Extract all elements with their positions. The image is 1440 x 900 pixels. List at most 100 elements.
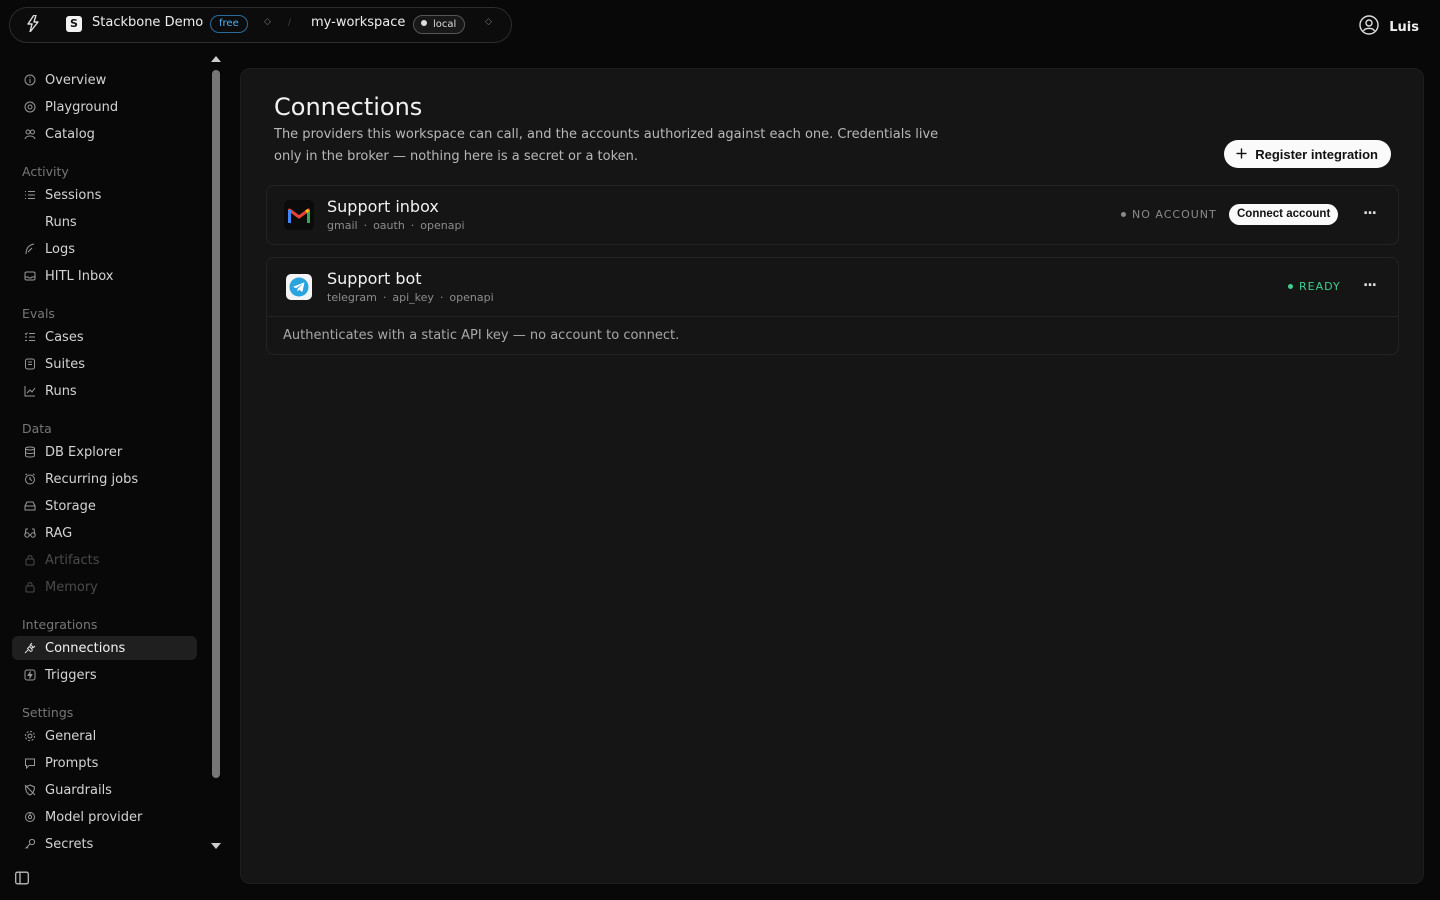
sidebar-item-label: Runs	[45, 383, 77, 399]
sidebar-item-label: Recurring jobs	[45, 471, 139, 487]
workspace-chevron-updown-icon[interactable]: ◇	[485, 17, 492, 27]
page-description: The providers this workspace can call, a…	[274, 127, 939, 164]
section-label-integrations: Integrations	[22, 617, 98, 632]
sidebar-item-recurring-jobs[interactable]: Recurring jobs	[12, 467, 197, 491]
section-label-evals: Evals	[22, 306, 55, 321]
connection-provider: gmail	[327, 219, 358, 232]
sidebar-item-db-explorer[interactable]: DB Explorer	[12, 440, 197, 464]
sidebar-item-runs[interactable]: Runs	[12, 210, 197, 234]
connection-row[interactable]: Support inbox gmail · oauth · openapi NO ACC…	[267, 186, 1398, 244]
connection-provider: telegram	[327, 291, 377, 304]
status-dot-icon	[1288, 284, 1293, 289]
rag-icon	[24, 527, 36, 539]
main-panel: Connections The providers this workspace…	[240, 68, 1424, 884]
more-options-button[interactable]: ...	[1363, 274, 1377, 290]
user-menu[interactable]: Luis	[1359, 15, 1419, 39]
sidebar-item-logs[interactable]: Logs	[12, 237, 197, 261]
status-badge: READY	[1288, 280, 1341, 293]
org-name[interactable]: Stackbone Demo	[92, 15, 203, 30]
sidebar-item-eval-runs[interactable]: Runs	[12, 379, 197, 403]
separator-icon: /	[288, 18, 292, 28]
sidebar-item-general[interactable]: General	[12, 724, 197, 748]
sidebar-item-label: Cases	[45, 329, 84, 345]
connection-note: Authenticates with a static API key — no…	[267, 316, 1398, 354]
workspace-name[interactable]: my-workspace	[311, 15, 405, 30]
sidebar-item-label: Secrets	[45, 836, 94, 852]
sidebar-item-triggers[interactable]: Triggers	[12, 663, 197, 687]
sidebar-item-memory: Memory	[12, 575, 197, 599]
telegram-icon	[286, 274, 312, 300]
sidebar-item-label: Triggers	[45, 667, 97, 683]
connection-auth: api_key	[392, 291, 434, 304]
shield-icon	[24, 784, 36, 796]
scroll-down-arrow-icon[interactable]	[211, 843, 221, 849]
section-label-settings: Settings	[22, 705, 74, 720]
lock-icon	[24, 554, 36, 566]
sidebar-item-playground[interactable]: Playground	[12, 95, 197, 119]
sidebar-item-label: HITL Inbox	[45, 268, 114, 284]
connection-spec: openapi	[449, 291, 494, 304]
sidebar-item-label: Storage	[45, 498, 96, 514]
sidebar-item-label: Runs	[45, 214, 77, 230]
env-badge: local	[413, 15, 466, 34]
clock-icon	[24, 473, 36, 485]
database-icon	[24, 446, 36, 458]
checklist-icon	[24, 331, 36, 343]
user-name: Luis	[1389, 19, 1419, 35]
sidebar-item-label: DB Explorer	[45, 444, 123, 460]
sidebar-item-guardrails[interactable]: Guardrails	[12, 778, 197, 802]
status-label: READY	[1299, 280, 1341, 293]
sidebar-item-cases[interactable]: Cases	[12, 325, 197, 349]
sidebar-item-model-provider[interactable]: Model provider	[12, 805, 197, 829]
connection-auth: oauth	[373, 219, 405, 232]
status-dot-icon	[1121, 212, 1126, 217]
sidebar-item-sessions[interactable]: Sessions	[12, 183, 197, 207]
connection-meta: telegram · api_key · openapi	[327, 291, 494, 304]
suites-icon	[24, 358, 36, 370]
sidebar-item-label: Catalog	[45, 126, 95, 142]
info-icon	[24, 74, 36, 86]
plan-badge: free	[210, 15, 248, 33]
page-title: Connections	[274, 93, 423, 121]
sidebar-item-label: Model provider	[45, 809, 143, 825]
connect-account-button[interactable]: Connect account	[1229, 204, 1339, 225]
plug-icon	[24, 642, 36, 654]
org-chevron-updown-icon[interactable]: ◇	[264, 17, 271, 27]
connection-row[interactable]: Support bot telegram · api_key · openapi REA…	[267, 258, 1398, 316]
sidebar-item-rag[interactable]: RAG	[12, 521, 197, 545]
sidebar-item-label: Playground	[45, 99, 119, 115]
sidebar-item-label: Suites	[45, 356, 85, 372]
model-icon	[24, 811, 36, 823]
sidebar-item-label: Sessions	[45, 187, 102, 203]
sidebar-item-label: Memory	[45, 579, 98, 595]
more-options-button[interactable]: ...	[1363, 202, 1377, 218]
gmail-icon	[284, 200, 314, 230]
sidebar-item-connections[interactable]: Connections	[12, 636, 197, 660]
key-icon	[24, 838, 36, 850]
sidebar-item-secrets[interactable]: Secrets	[12, 832, 197, 856]
inbox-icon	[24, 270, 36, 282]
sidebar-item-hitl-inbox[interactable]: HITL Inbox	[12, 264, 197, 288]
list-icon	[24, 189, 36, 201]
sidebar-item-storage[interactable]: Storage	[12, 494, 197, 518]
connection-card: Support bot telegram · api_key · openapi REA…	[266, 257, 1399, 355]
playground-icon	[24, 101, 36, 113]
scroll-up-arrow-icon[interactable]	[211, 56, 221, 62]
sidebar-toggle-icon[interactable]	[15, 871, 29, 889]
stackbone-logo-icon[interactable]	[26, 14, 40, 36]
sidebar-item-catalog[interactable]: Catalog	[12, 122, 197, 146]
runs-icon	[24, 216, 36, 228]
logs-icon	[24, 243, 36, 255]
catalog-icon	[24, 128, 36, 140]
sidebar-item-artifacts: Artifacts	[12, 548, 197, 572]
org-avatar: S	[66, 16, 82, 32]
env-badge-label: local	[433, 19, 457, 30]
sidebar-item-overview[interactable]: Overview	[12, 68, 197, 92]
register-integration-button[interactable]: Register integration	[1224, 140, 1391, 168]
sidebar-scrollbar[interactable]	[212, 70, 220, 778]
sidebar-item-suites[interactable]: Suites	[12, 352, 197, 376]
section-label-data: Data	[22, 421, 52, 436]
gear-icon	[24, 730, 36, 742]
sidebar-item-prompts[interactable]: Prompts	[12, 751, 197, 775]
section-label-activity: Activity	[22, 164, 69, 179]
